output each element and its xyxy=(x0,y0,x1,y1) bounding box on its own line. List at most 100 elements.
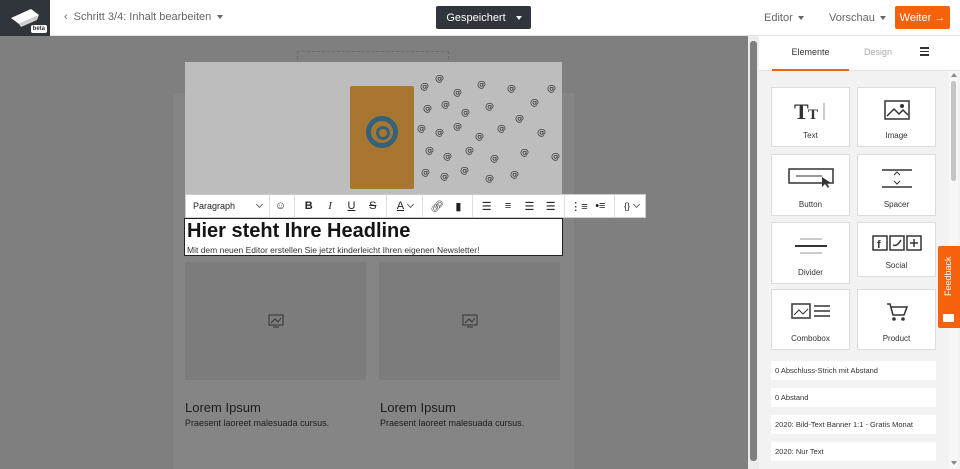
tile-divider[interactable]: Divider xyxy=(771,222,850,284)
column-title[interactable]: Lorem Ipsum xyxy=(185,400,261,415)
tab-elements[interactable]: Elemente xyxy=(773,47,848,57)
button-icon xyxy=(772,167,849,189)
canvas-scrollbar[interactable] xyxy=(748,36,759,469)
tile-combobox[interactable]: Combobox xyxy=(771,289,850,350)
scroll-thumb[interactable] xyxy=(951,81,956,181)
align-left-icon[interactable]: ☰ xyxy=(476,195,497,217)
feedback-tab[interactable]: Feedback xyxy=(938,246,960,328)
caret-down-icon[interactable] xyxy=(516,15,522,20)
tile-product[interactable]: Product xyxy=(857,289,936,350)
divider xyxy=(422,195,424,217)
emoji-icon[interactable]: ☺ xyxy=(270,195,291,217)
divider xyxy=(386,195,388,217)
text-color-icon[interactable]: A xyxy=(390,195,419,217)
template-item[interactable]: 0 Abstand xyxy=(771,388,936,407)
tile-button[interactable]: Button xyxy=(771,154,850,216)
active-tab-indicator xyxy=(772,69,849,71)
image-icon xyxy=(858,100,935,122)
editor-label: Editor xyxy=(764,12,793,24)
svg-text:T: T xyxy=(808,107,818,122)
italic-icon[interactable]: I xyxy=(319,195,340,217)
app-logo[interactable]: beta xyxy=(0,0,50,36)
step-label: Schritt 3/4: Inhalt bearbeiten xyxy=(73,11,212,23)
feedback-label: Feedback xyxy=(943,256,953,296)
tile-label: Social xyxy=(885,261,908,270)
divider xyxy=(614,195,615,217)
tile-label: Divider xyxy=(798,268,823,277)
template-item[interactable]: 0 Abschluss-Strich mit Abstand xyxy=(771,361,936,380)
combobox-icon xyxy=(772,302,849,322)
ordered-list-icon[interactable]: ⋮≡ xyxy=(568,195,589,217)
caret-down-icon xyxy=(797,16,804,20)
strikethrough-icon[interactable]: S xyxy=(362,195,383,217)
align-right-icon[interactable]: ☰ xyxy=(519,195,540,217)
image-placeholder[interactable] xyxy=(185,262,366,380)
tile-label: Spacer xyxy=(883,200,910,209)
headline-text[interactable]: Hier steht Ihre Headline xyxy=(187,220,410,243)
underline-icon[interactable]: U xyxy=(341,195,362,217)
chevron-down-icon xyxy=(407,200,415,209)
spacer-icon xyxy=(858,167,935,189)
back-chevron-icon[interactable]: ‹ xyxy=(64,11,68,23)
tile-image[interactable]: Image xyxy=(857,87,936,147)
text-format-toolbar: Paragraph ☺ B I U S A 🔗︎ ▮ ☰ ≡ ☰ ☰ ⋮≡ •≡… xyxy=(185,194,646,218)
column-text[interactable]: Praesent laoreet malesuada cursus. xyxy=(185,418,329,428)
scroll-down-icon[interactable] xyxy=(951,461,957,465)
hero-image[interactable]: @ @ @ @ @ @ @ @ @ @ @ @ @ @ @ @ @ @ @ @ @ @ @ @ @ @ @ @ @ xyxy=(185,62,562,202)
align-justify-icon[interactable]: ☰ xyxy=(540,195,561,217)
preview-menu[interactable]: Vorschau xyxy=(829,12,886,24)
block-format-select[interactable]: Paragraph xyxy=(186,195,270,217)
elements-panel: Elemente Design TT Text Image Button Spa… xyxy=(759,36,960,469)
notebook-illustration xyxy=(350,86,414,189)
tile-text[interactable]: TT Text xyxy=(771,87,850,147)
step-dropdown[interactable]: ‹ Schritt 3/4: Inhalt bearbeiten xyxy=(64,11,224,23)
align-center-icon[interactable]: ≡ xyxy=(497,195,518,217)
preview-label: Vorschau xyxy=(829,12,875,24)
image-icon xyxy=(462,314,477,328)
chevron-down-icon xyxy=(255,200,263,209)
cart-icon xyxy=(858,302,935,322)
top-bar: beta ‹ Schritt 3/4: Inhalt bearbeiten Ge… xyxy=(0,0,960,36)
subline-text[interactable]: Mit dem neuen Editor erstellen Sie jetzt… xyxy=(187,245,479,255)
caret-down-icon xyxy=(217,15,224,19)
column-title[interactable]: Lorem Ipsum xyxy=(380,400,456,415)
template-item[interactable]: 2020: Bild-Text Banner 1:1 - Gratis Mona… xyxy=(771,415,936,434)
beta-badge: beta xyxy=(30,25,47,33)
image-icon xyxy=(268,314,283,328)
next-button[interactable]: Weiter → xyxy=(895,6,950,29)
social-icon: f xyxy=(858,235,935,251)
unordered-list-icon[interactable]: •≡ xyxy=(590,195,611,217)
menu-icon[interactable] xyxy=(920,47,929,58)
column-text[interactable]: Praesent laoreet malesuada cursus. xyxy=(380,418,524,428)
tab-design[interactable]: Design xyxy=(864,47,892,57)
editor-menu[interactable]: Editor xyxy=(764,12,804,24)
tile-label: Image xyxy=(885,131,908,140)
tile-social[interactable]: f Social xyxy=(857,222,936,277)
svg-text:T: T xyxy=(794,100,809,122)
scroll-up-icon[interactable] xyxy=(951,73,957,77)
divider-icon xyxy=(772,235,849,257)
tile-spacer[interactable]: Spacer xyxy=(857,154,936,216)
scroll-thumb[interactable] xyxy=(750,41,757,461)
tile-label: Product xyxy=(882,334,911,343)
template-item[interactable]: 2020: Nur Text xyxy=(771,442,936,461)
block-format-value: Paragraph xyxy=(193,201,236,211)
chevron-down-icon xyxy=(633,200,641,209)
bookmark-icon[interactable]: ▮ xyxy=(448,195,469,217)
tile-label: Button xyxy=(798,200,823,209)
headline-text-block[interactable]: Hier steht Ihre Headline Mit dem neuen E… xyxy=(184,218,563,256)
text-icon: TT xyxy=(772,100,849,122)
link-icon[interactable]: 🔗︎ xyxy=(426,195,447,217)
tile-label: Text xyxy=(803,131,818,140)
divider xyxy=(472,195,474,217)
image-placeholder[interactable] xyxy=(379,262,560,380)
saved-button[interactable]: Gespeichert xyxy=(436,6,531,29)
bold-icon[interactable]: B xyxy=(298,195,319,217)
code-icon[interactable]: {} xyxy=(618,195,645,217)
caret-down-icon xyxy=(879,16,886,20)
tile-label: Combobox xyxy=(791,334,830,343)
at-symbol-icon xyxy=(366,116,398,148)
divider xyxy=(564,195,566,217)
saved-label: Gespeichert xyxy=(446,11,506,24)
divider xyxy=(294,195,296,217)
